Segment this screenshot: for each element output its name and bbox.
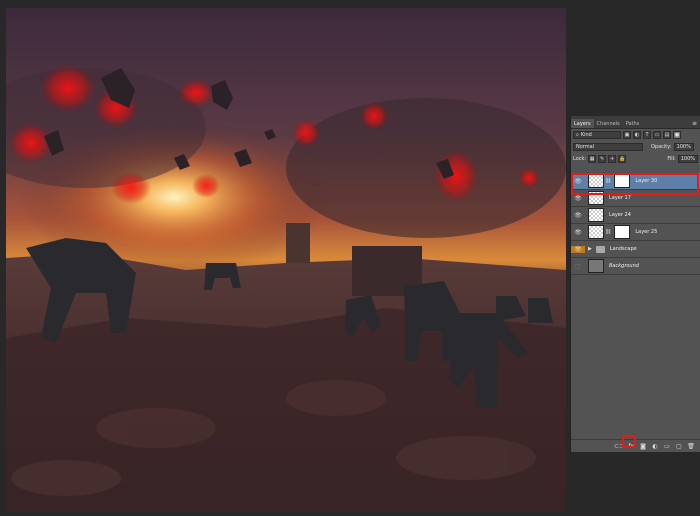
filter-toggle-icon[interactable]: ● [673, 131, 681, 139]
link-layers-icon[interactable]: ⊂⊃ [613, 443, 625, 450]
layer-thumbnail [588, 208, 604, 222]
layer-thumbnail [588, 225, 604, 239]
tab-layers[interactable]: Layers [571, 119, 594, 128]
visibility-eye-icon[interactable]: 👁 [571, 195, 585, 202]
layer-name[interactable]: Background [609, 263, 639, 269]
layer-thumbnail [588, 174, 604, 188]
layer-row-layer-25[interactable]: 👁 ⛓ Layer 25 [571, 224, 700, 241]
artwork-image [6, 8, 566, 512]
layer-row-layer-17[interactable]: 👁 Layer 17 [571, 190, 700, 207]
opacity-input[interactable]: 100% [673, 143, 694, 151]
layer-name[interactable]: Layer 17 [609, 195, 631, 201]
photoshop-workspace: Layers Channels Paths ≡ ⌕ Kind ▣ ◐ T ▭ ▤… [0, 0, 700, 516]
lock-position-icon[interactable]: ✛ [608, 155, 617, 163]
filter-row: ⌕ Kind ▣ ◐ T ▭ ▤ ● [571, 129, 700, 141]
layer-row-landscape-group[interactable]: 👁 ▶ Landscape [571, 241, 700, 258]
new-layer-icon[interactable]: ▢ [673, 443, 685, 450]
filter-type-icon[interactable]: T [643, 131, 651, 139]
lock-label: Lock: [573, 156, 587, 162]
delete-icon[interactable]: 🗑 [685, 443, 697, 450]
tab-channels[interactable]: Channels [594, 119, 623, 128]
layer-row-layer-30[interactable]: 👁 ⛓ Layer 30 [571, 173, 700, 190]
adjustment-icon[interactable]: ◐ [649, 443, 661, 450]
filter-shape-icon[interactable]: ▭ [653, 131, 661, 139]
layer-name[interactable]: Landscape [610, 246, 637, 252]
fill-input[interactable]: 100% [677, 155, 698, 163]
layers-bottom-toolbar: ⊂⊃ fx ◙ ◐ ▭ ▢ 🗑 [571, 439, 700, 452]
visibility-eye-icon[interactable]: 👁 [571, 229, 585, 236]
group-expand-arrow-icon[interactable]: ▶ [588, 246, 592, 252]
add-mask-icon[interactable]: ◙ [637, 443, 649, 450]
layer-mask-thumbnail[interactable] [614, 225, 631, 239]
mask-link-icon[interactable]: ⛓ [605, 229, 611, 235]
layer-name[interactable]: Layer 24 [609, 212, 631, 218]
filter-pixel-icon[interactable]: ▣ [623, 131, 631, 139]
blend-mode-select[interactable]: Normal [573, 143, 643, 151]
layer-mask-thumbnail[interactable] [614, 174, 631, 188]
layer-list: 👁 ⛓ Layer 30 👁 Layer 17 👁 Layer 24 👁 ⛓ L… [571, 173, 700, 275]
opacity-label: Opacity: [651, 144, 672, 150]
filter-smart-icon[interactable]: ▤ [663, 131, 671, 139]
filter-adjustment-icon[interactable]: ◐ [633, 131, 641, 139]
filter-kind-select[interactable]: ⌕ Kind [573, 131, 621, 139]
folder-icon [595, 245, 605, 253]
lock-pixels-icon[interactable]: ✎ [598, 155, 607, 163]
fx-icon[interactable]: fx [625, 443, 637, 450]
layer-row-background[interactable]: □ Background [571, 258, 700, 275]
visibility-eye-icon[interactable]: 👁 [571, 212, 585, 219]
lock-all-icon[interactable]: 🔒 [618, 155, 627, 163]
layers-panel: Layers Channels Paths ≡ ⌕ Kind ▣ ◐ T ▭ ▤… [570, 116, 700, 452]
visibility-empty-box[interactable]: □ [571, 263, 585, 270]
new-group-icon[interactable]: ▭ [661, 443, 673, 450]
lock-transparent-icon[interactable]: ▦ [588, 155, 597, 163]
panel-tabs: Layers Channels Paths ≡ [571, 116, 700, 129]
layer-thumbnail [588, 191, 604, 205]
layer-name[interactable]: Layer 25 [635, 229, 657, 235]
fill-label: Fill: [667, 156, 676, 162]
layer-thumbnail [588, 259, 604, 273]
tab-paths[interactable]: Paths [623, 119, 643, 128]
lock-row: Lock: ▦ ✎ ✛ 🔒 Fill: 100% [571, 153, 700, 165]
layer-name[interactable]: Layer 30 [635, 178, 657, 184]
layer-row-layer-24[interactable]: 👁 Layer 24 [571, 207, 700, 224]
document-canvas[interactable] [6, 8, 566, 512]
panel-menu-icon[interactable]: ≡ [692, 120, 700, 128]
visibility-eye-icon[interactable]: 👁 [571, 245, 585, 253]
visibility-eye-icon[interactable]: 👁 [571, 178, 585, 185]
blend-row: Normal Opacity: 100% [571, 141, 700, 153]
mask-link-icon[interactable]: ⛓ [605, 178, 611, 184]
filter-search-icon: ⌕ [576, 132, 579, 138]
